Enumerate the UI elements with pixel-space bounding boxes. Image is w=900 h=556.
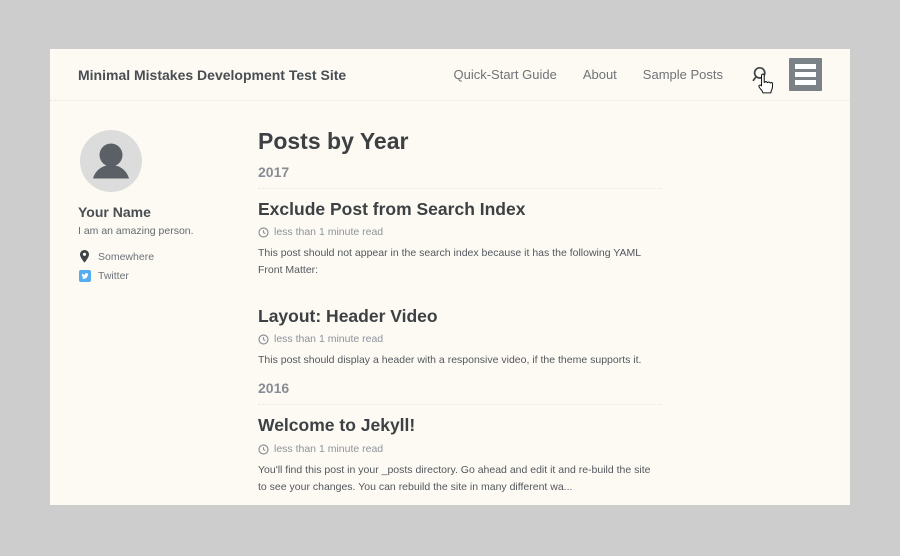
read-time: less than 1 minute read [274, 332, 383, 347]
year-heading-2016: 2016 [258, 379, 662, 405]
author-twitter-item: Twitter [78, 270, 248, 282]
site-title-link[interactable]: Minimal Mistakes Development Test Site [78, 67, 346, 83]
author-sidebar: Your Name I am an amazing person. Somewh… [78, 130, 248, 289]
author-avatar [80, 130, 142, 192]
post-excerpt: This post should display a header with a… [258, 352, 662, 369]
clock-icon [258, 334, 269, 345]
hamburger-bar [795, 72, 816, 77]
post-title-link[interactable]: Layout: Header Video [258, 306, 438, 326]
masthead: Minimal Mistakes Development Test Site Q… [50, 49, 850, 101]
year-heading-2015: 2015 [258, 504, 662, 505]
page-title: Posts by Year [258, 127, 662, 157]
year-group-2016: 2016 Welcome to Jekyll! less than 1 minu… [258, 379, 662, 495]
hamburger-bar [795, 80, 816, 85]
year-group-2015: 2015 [258, 504, 662, 505]
post-meta: less than 1 minute read [258, 442, 662, 457]
nav-item-sample-posts[interactable]: Sample Posts [643, 67, 723, 82]
author-location-item: Somewhere [78, 250, 248, 263]
read-time: less than 1 minute read [274, 225, 383, 240]
post-meta: less than 1 minute read [258, 225, 662, 240]
author-location-label: Somewhere [98, 251, 154, 263]
year-group-2017: 2017 Exclude Post from Search Index less… [258, 163, 662, 369]
twitter-icon [79, 270, 91, 282]
post-meta: less than 1 minute read [258, 332, 662, 347]
search-toggle[interactable] [751, 66, 769, 84]
nav-item-quick-start-guide[interactable]: Quick-Start Guide [453, 67, 556, 82]
post-excerpt: This post should not appear in the searc… [258, 245, 662, 279]
location-pin-icon [78, 250, 91, 263]
clock-icon [258, 227, 269, 238]
post-title-link[interactable]: Exclude Post from Search Index [258, 199, 525, 219]
clock-icon [258, 444, 269, 455]
author-twitter-link[interactable]: Twitter [98, 270, 129, 282]
post-title-link[interactable]: Welcome to Jekyll! [258, 415, 415, 435]
search-icon[interactable] [751, 66, 768, 83]
post-excerpt: You'll find this post in your _posts dir… [258, 462, 662, 496]
author-name: Your Name [78, 204, 248, 220]
year-heading-2017: 2017 [258, 163, 662, 189]
archive-main: Posts by Year 2017 Exclude Post from Sea… [258, 127, 662, 505]
read-time: less than 1 minute read [274, 442, 383, 457]
post-item: Layout: Header Video less than 1 minute … [258, 305, 662, 369]
author-links: Somewhere Twitter [78, 250, 248, 282]
hamburger-bar [795, 64, 816, 69]
site-page: Minimal Mistakes Development Test Site Q… [50, 49, 850, 505]
person-silhouette-icon [80, 130, 142, 192]
hamburger-menu-button[interactable] [789, 58, 822, 91]
post-item: Welcome to Jekyll! less than 1 minute re… [258, 414, 662, 495]
primary-nav: Quick-Start Guide About Sample Posts [453, 58, 822, 91]
author-bio: I am an amazing person. [78, 225, 248, 237]
post-item: Exclude Post from Search Index less than… [258, 198, 662, 279]
nav-item-about[interactable]: About [583, 67, 617, 82]
